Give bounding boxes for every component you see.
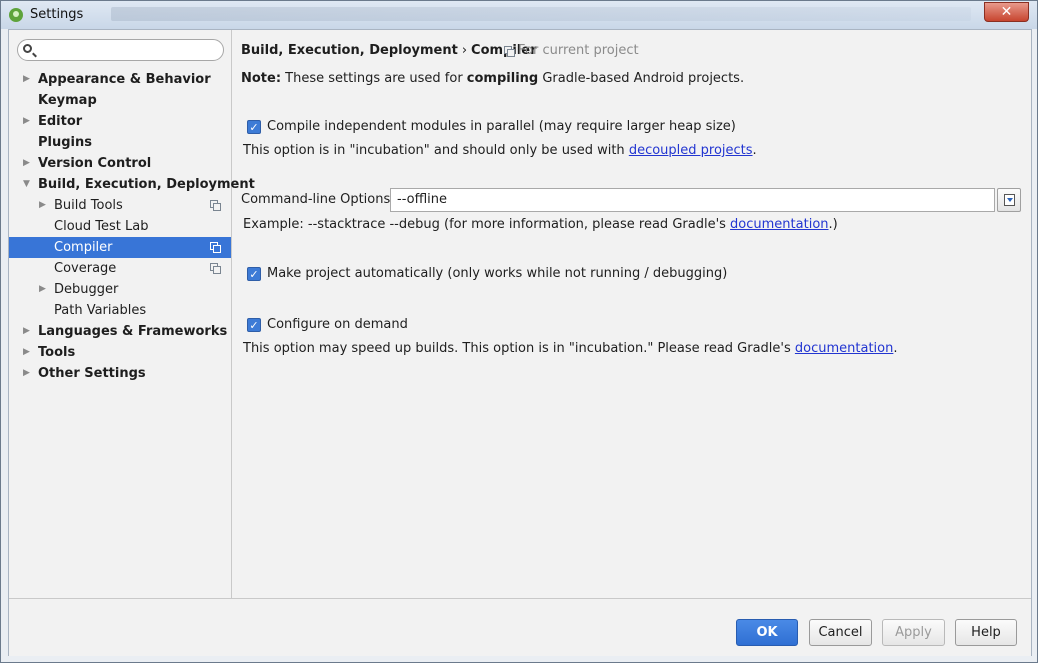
sidebar-item-label: Languages & Frameworks (38, 324, 228, 339)
sidebar-item-keymap[interactable]: Keymap (9, 90, 231, 111)
title-bar[interactable]: Settings ✕ (1, 1, 1037, 29)
collapsed-arrow-icon[interactable]: ▶ (39, 279, 49, 300)
expand-editor-button[interactable] (997, 188, 1021, 212)
project-scope-icon (210, 200, 221, 211)
parallel-checkbox[interactable]: ✓ (247, 120, 261, 134)
cmdline-options-input[interactable]: --offline (390, 188, 995, 212)
gradle-documentation-link-2[interactable]: documentation (795, 341, 893, 356)
sidebar-item-label: Version Control (38, 156, 152, 171)
make-auto-label[interactable]: Make project automatically (only works w… (267, 266, 727, 281)
configure-demand-hint: This option may speed up builds. This op… (243, 341, 898, 356)
ok-button[interactable]: OK (736, 619, 798, 646)
parallel-hint-end: . (752, 143, 757, 158)
button-bar: OK Cancel Apply Help (9, 598, 1031, 656)
sidebar-item-languages-frameworks[interactable]: ▶ Languages & Frameworks (9, 321, 231, 342)
help-button[interactable]: Help (955, 619, 1017, 646)
collapsed-arrow-icon[interactable]: ▶ (23, 69, 33, 90)
project-scope-icon (210, 263, 221, 274)
note-label: Note: (241, 71, 282, 86)
search-icon (23, 44, 32, 53)
cancel-button[interactable]: Cancel (809, 619, 872, 646)
make-auto-checkbox[interactable]: ✓ (247, 267, 261, 281)
sidebar-item-label: Editor (38, 114, 83, 129)
collapsed-arrow-icon[interactable]: ▶ (23, 153, 33, 174)
note-text: Note: These settings are used for compil… (241, 71, 744, 86)
collapsed-arrow-icon[interactable]: ▶ (23, 111, 33, 132)
sidebar-item-appearance-behavior[interactable]: ▶ Appearance & Behavior (9, 69, 231, 90)
sidebar-item-label: Compiler (54, 240, 113, 255)
sidebar-item-coverage[interactable]: Coverage (9, 258, 231, 279)
compiler-panel: Build, Execution, Deployment › Compiler Fo… (232, 30, 1031, 598)
search-input[interactable] (17, 39, 224, 61)
sidebar-item-tools[interactable]: ▶ Tools (9, 342, 231, 363)
note-body-1: These settings are used for (281, 71, 467, 86)
settings-window: Settings ✕ ▶ Appearance & Behavior Keymap ▶… (0, 0, 1038, 663)
sidebar-item-build-execution-deployment[interactable]: ▼ Build, Execution, Deployment (9, 174, 255, 195)
breadcrumb-parent: Build, Execution, Deployment (241, 43, 458, 58)
project-scope-icon (210, 242, 221, 253)
cmdline-example-end: .) (828, 217, 838, 232)
configure-hint-end: . (893, 341, 898, 356)
sidebar-item-debugger[interactable]: ▶ Debugger (9, 279, 231, 300)
expanded-arrow-icon[interactable]: ▼ (23, 174, 33, 195)
parallel-hint: This option is in "incubation" and shoul… (243, 143, 757, 158)
breadcrumb-separator: › (461, 43, 468, 58)
sidebar-item-plugins[interactable]: Plugins (9, 132, 231, 153)
configure-demand-checkbox[interactable]: ✓ (247, 318, 261, 332)
breadcrumb: Build, Execution, Deployment › Compiler (241, 43, 537, 58)
close-button[interactable]: ✕ (984, 2, 1029, 22)
note-body-2: Gradle-based Android projects. (538, 71, 745, 86)
cmdline-example: Example: --stacktrace --debug (for more … (243, 217, 838, 232)
configure-demand-label[interactable]: Configure on demand (267, 317, 408, 332)
window-title: Settings (30, 7, 84, 22)
sidebar-item-build-tools[interactable]: ▶ Build Tools (9, 195, 231, 216)
sidebar-item-compiler[interactable]: Compiler (9, 237, 231, 258)
cmdline-example-text: Example: --stacktrace --debug (for more … (243, 217, 731, 232)
note-bold-word: compiling (466, 71, 539, 86)
blurred-title-path (111, 7, 971, 21)
sidebar-item-label: Path Variables (54, 303, 147, 318)
sidebar-item-label: Build Tools (54, 198, 123, 213)
sidebar-item-editor[interactable]: ▶ Editor (9, 111, 231, 132)
decoupled-projects-link[interactable]: decoupled projects (629, 143, 753, 158)
scope-label: For current project (518, 43, 639, 58)
sidebar-item-path-variables[interactable]: Path Variables (9, 300, 231, 321)
parallel-label[interactable]: Compile independent modules in parallel … (267, 119, 736, 134)
apply-button[interactable]: Apply (882, 619, 945, 646)
configure-hint-text: This option may speed up builds. This op… (243, 341, 795, 356)
sidebar-item-label: Tools (38, 345, 76, 360)
collapsed-arrow-icon[interactable]: ▶ (23, 363, 33, 384)
sidebar-item-label: Other Settings (38, 366, 146, 381)
android-studio-icon (9, 8, 23, 22)
sidebar-item-label: Cloud Test Lab (54, 219, 149, 234)
dialog-body: ▶ Appearance & Behavior Keymap ▶ Editor Plugi… (8, 29, 1032, 656)
collapsed-arrow-icon[interactable]: ▶ (39, 195, 49, 216)
sidebar-item-other-settings[interactable]: ▶ Other Settings (9, 363, 231, 384)
expand-icon (1004, 194, 1015, 206)
sidebar-item-version-control[interactable]: ▶ Version Control (9, 153, 231, 174)
project-scope-icon (504, 46, 515, 57)
sidebar-item-label: Build, Execution, Deployment (38, 177, 255, 192)
sidebar-item-label: Appearance & Behavior (38, 72, 211, 87)
sidebar-item-label: Coverage (54, 261, 117, 276)
sidebar-item-label: Keymap (38, 93, 97, 108)
gradle-documentation-link-1[interactable]: documentation (730, 217, 828, 232)
sidebar-item-cloud-test-lab[interactable]: Cloud Test Lab (9, 216, 231, 237)
sidebar-item-label: Plugins (38, 135, 92, 150)
collapsed-arrow-icon[interactable]: ▶ (23, 321, 33, 342)
cmdline-label: Command-line Options: (241, 192, 395, 207)
sidebar-item-label: Debugger (54, 282, 119, 297)
scope-indicator: For current project (504, 43, 639, 58)
parallel-hint-text: This option is in "incubation" and shoul… (243, 143, 629, 158)
settings-sidebar: ▶ Appearance & Behavior Keymap ▶ Editor Plugi… (9, 30, 255, 598)
collapsed-arrow-icon[interactable]: ▶ (23, 342, 33, 363)
